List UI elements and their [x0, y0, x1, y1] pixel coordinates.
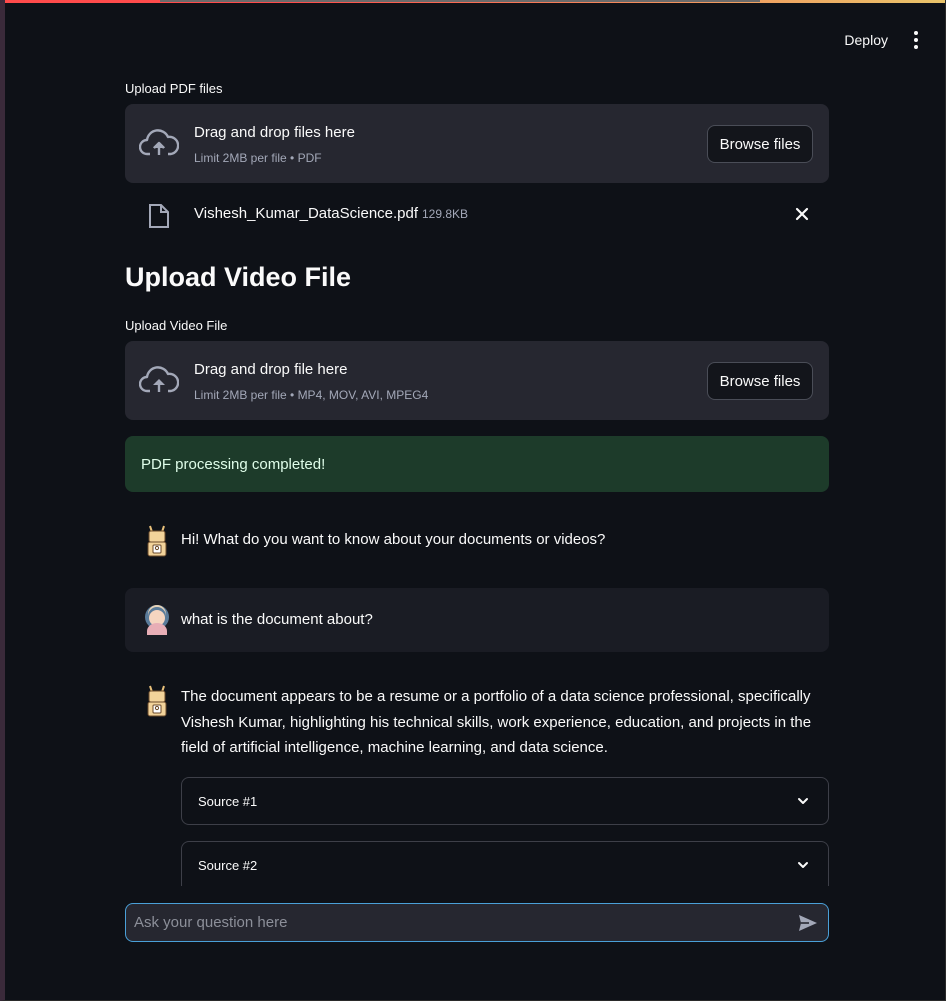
- robot-avatar-icon: [147, 685, 167, 717]
- uploaded-file-name: Vishesh_Kumar_DataScience.pdf: [194, 205, 419, 222]
- source-expander-2[interactable]: Source #2: [181, 841, 829, 886]
- chat-message-text: The document appears to be a resume or a…: [181, 688, 812, 756]
- video-browse-files-button[interactable]: Browse files: [707, 362, 813, 400]
- more-vert-icon[interactable]: [908, 30, 924, 50]
- cloud-upload-icon: [139, 129, 179, 156]
- video-section-title: Upload Video File: [125, 262, 352, 292]
- top-scrollbar[interactable]: [160, 0, 760, 2]
- source-expander-1[interactable]: Source #1: [181, 777, 829, 825]
- pdf-drop-title: Drag and drop files here: [194, 124, 355, 141]
- chat-message-user: what is the document about?: [125, 588, 829, 652]
- video-drop-limit: Limit 2MB per file • MP4, MOV, AVI, MPEG…: [194, 388, 429, 402]
- success-alert: PDF processing completed!: [125, 436, 829, 492]
- deploy-button[interactable]: Deploy: [844, 32, 888, 48]
- video-drop-title: Drag and drop file here: [194, 361, 348, 378]
- video-uploader-label: Upload Video File: [125, 318, 228, 333]
- file-icon: [149, 204, 169, 228]
- video-dropzone[interactable]: Drag and drop file here Limit 2MB per fi…: [125, 341, 829, 420]
- source-expander-label: Source #2: [198, 858, 258, 873]
- uploaded-file-size: 129.8KB: [422, 207, 469, 221]
- close-icon[interactable]: [793, 205, 811, 223]
- chevron-down-icon: [798, 798, 808, 804]
- uploaded-file-row: Vishesh_Kumar_DataScience.pdf 129.8KB: [125, 200, 829, 230]
- pdf-browse-files-button[interactable]: Browse files: [707, 125, 813, 163]
- source-expander-label: Source #1: [198, 794, 258, 809]
- send-icon[interactable]: [798, 914, 818, 932]
- chat-message-text: what is the document about?: [181, 611, 373, 628]
- chat-input-container: [125, 903, 829, 942]
- chevron-down-icon: [798, 862, 808, 868]
- robot-avatar-icon: [147, 525, 167, 557]
- header-actions: Deploy: [844, 30, 924, 50]
- pdf-dropzone[interactable]: Drag and drop files here Limit 2MB per f…: [125, 104, 829, 183]
- chat-input[interactable]: [134, 904, 784, 941]
- pdf-drop-limit: Limit 2MB per file • PDF: [194, 151, 322, 165]
- user-avatar-icon: [145, 605, 169, 635]
- pdf-uploader-label: Upload PDF files: [125, 81, 223, 96]
- chat-message-assistant: Hi! What do you want to know about your …: [125, 516, 829, 564]
- cloud-upload-icon: [139, 366, 179, 393]
- chat-message-assistant: The document appears to be a resume or a…: [125, 676, 829, 886]
- chat-message-text: Hi! What do you want to know about your …: [181, 531, 606, 548]
